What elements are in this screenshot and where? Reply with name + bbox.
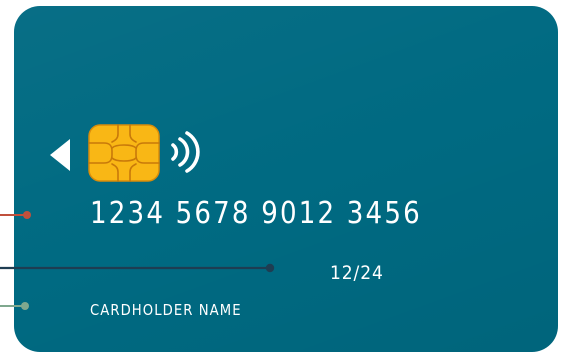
contactless-icon: [171, 131, 200, 173]
chip-icon: [88, 124, 160, 182]
card-number: 1234 5678 9012 3456: [90, 196, 422, 231]
expiry-date: 12/24: [330, 262, 384, 284]
triangle-left-icon: [50, 139, 70, 171]
credit-card: 1234 5678 9012 3456 12/24 CARDHOLDER NAM…: [14, 6, 558, 352]
cardholder-name: CARDHOLDER NAME: [90, 301, 242, 319]
card-mockup-canvas: 1234 5678 9012 3456 12/24 CARDHOLDER NAM…: [0, 0, 562, 354]
